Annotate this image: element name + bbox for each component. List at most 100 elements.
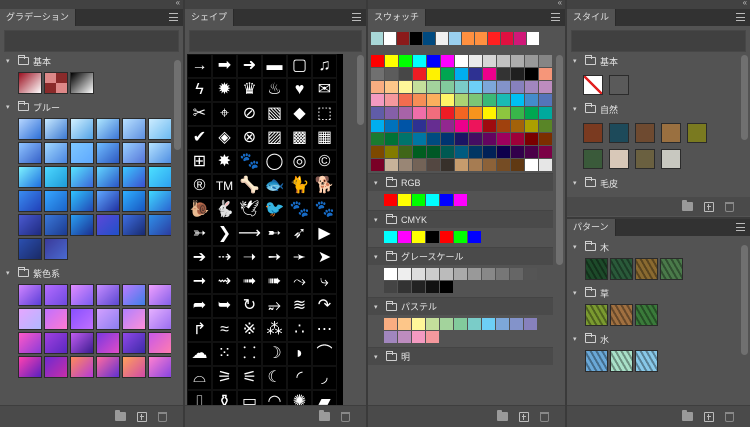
shape-item[interactable]: 🕊	[237, 198, 262, 222]
color-swatch[interactable]	[511, 133, 524, 145]
gradient-swatch[interactable]	[70, 118, 94, 140]
color-swatch[interactable]	[441, 81, 454, 93]
recent-swatch[interactable]	[475, 32, 487, 45]
gradient-swatch[interactable]	[96, 308, 120, 330]
gradient-swatch[interactable]	[44, 142, 68, 164]
color-swatch[interactable]	[385, 133, 398, 145]
color-swatch[interactable]	[496, 318, 509, 330]
shape-item[interactable]: ➠	[262, 270, 287, 294]
scrollbar[interactable]	[741, 55, 748, 140]
color-swatch[interactable]	[441, 146, 454, 158]
color-swatch[interactable]	[511, 68, 524, 80]
color-swatch[interactable]	[441, 133, 454, 145]
color-swatch[interactable]	[539, 107, 552, 119]
new-group-folder-icon[interactable]	[682, 410, 693, 421]
color-swatch[interactable]	[385, 159, 398, 171]
color-swatch[interactable]	[413, 81, 426, 93]
recent-swatch[interactable]	[410, 32, 422, 45]
color-swatch[interactable]	[412, 231, 425, 243]
color-swatch[interactable]	[524, 318, 537, 330]
color-swatch[interactable]	[412, 281, 425, 293]
shape-item[interactable]: ☁	[187, 342, 212, 366]
gradient-swatch[interactable]	[70, 190, 94, 212]
color-swatch[interactable]	[454, 194, 467, 206]
gradient-swatch[interactable]	[18, 142, 42, 164]
color-swatch[interactable]	[455, 120, 468, 132]
color-swatch[interactable]	[469, 146, 482, 158]
color-swatch[interactable]	[398, 331, 411, 343]
panel-menu-icon[interactable]	[736, 13, 745, 21]
shape-item[interactable]: ➝	[237, 246, 262, 270]
shape-item[interactable]: 🐈	[287, 174, 312, 198]
color-swatch[interactable]	[412, 318, 425, 330]
recent-swatch[interactable]	[488, 32, 500, 45]
gradient-swatch[interactable]	[148, 284, 171, 306]
color-swatch[interactable]	[371, 146, 384, 158]
shape-item[interactable]: ◈	[212, 126, 237, 150]
color-swatch[interactable]	[483, 94, 496, 106]
shape-item[interactable]: ➥	[212, 294, 237, 318]
chevron-down-icon[interactable]: ▾	[374, 216, 382, 224]
color-swatch[interactable]	[497, 107, 510, 119]
color-swatch[interactable]	[483, 55, 496, 67]
pattern-swatch[interactable]	[610, 304, 633, 326]
shape-item[interactable]: ⥴	[262, 294, 287, 318]
color-swatch[interactable]	[426, 194, 439, 206]
chevron-down-icon[interactable]: ▾	[573, 243, 581, 251]
gradient-swatch[interactable]	[18, 284, 42, 306]
shape-item[interactable]: ✉	[312, 78, 337, 102]
shape-item[interactable]: 🐌	[187, 198, 212, 222]
color-swatch[interactable]	[371, 107, 384, 119]
recent-swatch[interactable]	[449, 32, 461, 45]
shape-item[interactable]: ▩	[287, 126, 312, 150]
color-swatch[interactable]	[539, 159, 552, 171]
scrollbar[interactable]	[174, 60, 181, 150]
chevron-down-icon[interactable]: ▾	[374, 179, 382, 187]
gradient-swatch[interactable]	[122, 190, 146, 212]
color-swatch[interactable]	[482, 268, 495, 280]
chevron-down-icon[interactable]: ▾	[6, 103, 14, 111]
style-swatch[interactable]	[583, 149, 603, 169]
shape-item[interactable]: ♫	[312, 54, 337, 78]
shape-item[interactable]: ▬	[262, 54, 287, 78]
color-swatch[interactable]	[483, 81, 496, 93]
color-swatch[interactable]	[385, 146, 398, 158]
color-swatch[interactable]	[385, 68, 398, 80]
collapse-icon[interactable]: ‹‹	[176, 0, 180, 7]
color-swatch[interactable]	[371, 133, 384, 145]
gradient-swatch[interactable]	[44, 72, 68, 94]
color-swatch[interactable]	[371, 81, 384, 93]
group-header[interactable]: ▾ 自然	[567, 100, 738, 118]
color-swatch[interactable]	[525, 94, 538, 106]
chevron-down-icon[interactable]: ▾	[573, 289, 581, 297]
shape-item[interactable]: ➡	[212, 54, 237, 78]
color-swatch[interactable]	[399, 133, 412, 145]
color-swatch[interactable]	[455, 146, 468, 158]
shape-item[interactable]: ♨	[262, 78, 287, 102]
gradient-swatch[interactable]	[122, 166, 146, 188]
color-swatch[interactable]	[455, 107, 468, 119]
shape-item[interactable]: ➤	[312, 246, 337, 270]
color-swatch[interactable]	[469, 68, 482, 80]
gradient-swatch[interactable]	[44, 356, 68, 378]
color-swatch[interactable]	[525, 133, 538, 145]
shape-item[interactable]: ⤳	[287, 270, 312, 294]
gradient-swatch[interactable]	[18, 166, 42, 188]
color-swatch[interactable]	[468, 231, 481, 243]
gradient-swatch[interactable]	[44, 284, 68, 306]
gradient-swatch[interactable]	[18, 72, 42, 94]
shape-item[interactable]: ➞	[187, 270, 212, 294]
chevron-down-icon[interactable]: ▾	[374, 253, 382, 261]
color-swatch[interactable]	[384, 194, 397, 206]
color-swatch[interactable]	[469, 107, 482, 119]
shape-item[interactable]: 🦴	[237, 174, 262, 198]
color-swatch[interactable]	[385, 120, 398, 132]
color-swatch[interactable]	[483, 68, 496, 80]
color-swatch[interactable]	[469, 81, 482, 93]
group-header[interactable]: ▾ 草	[567, 284, 738, 302]
shape-item[interactable]: ⁂	[262, 318, 287, 342]
color-swatch[interactable]	[539, 146, 552, 158]
color-swatch[interactable]	[496, 268, 509, 280]
shape-item[interactable]: ♛	[237, 78, 262, 102]
color-swatch[interactable]	[525, 159, 538, 171]
